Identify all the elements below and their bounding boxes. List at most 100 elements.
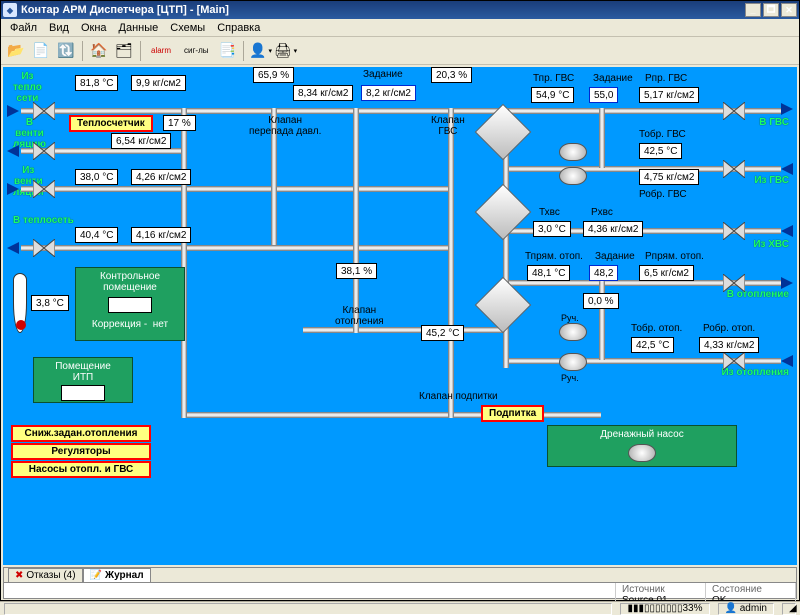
stack-icon[interactable]: 🗂 [113, 40, 135, 62]
valve-vent-in[interactable] [33, 180, 55, 198]
label-tpryam-otop: Тпрям. отоп. [525, 251, 583, 262]
thermometer-icon [13, 273, 27, 333]
menu-help[interactable]: Справка [212, 21, 265, 35]
arrow-out-otop [781, 277, 793, 289]
label-ppryam-otop: Рпрям. отоп. [645, 251, 704, 262]
btn-nasos[interactable]: Насосы отопл. и ГВС [11, 461, 151, 478]
val-pobr-otop: 4,33 кг/см2 [699, 337, 759, 353]
val-pset-pd[interactable]: 8,2 кг/см2 [361, 85, 416, 101]
val-pct-vent: 17 % [163, 115, 196, 131]
pipe [21, 108, 781, 114]
label-zadanie: Задание [363, 69, 403, 80]
arrow-out-2 [7, 242, 19, 254]
label-pobr-gvs: Робр. ГВС [639, 189, 687, 200]
btn-reg[interactable]: Регуляторы [11, 443, 151, 460]
val-pobr-gvs: 4,75 кг/см2 [639, 169, 699, 185]
valve-gvs-in[interactable] [723, 160, 745, 178]
alarm-icon[interactable]: alarm [146, 40, 176, 62]
status-progress: ▮▮▮▯▯▯▯▯▯▯ 33% [620, 603, 709, 615]
toolbar-separator [243, 41, 244, 61]
btn-teploschetchik[interactable]: Теплосчетчик [69, 115, 153, 132]
val-p-after-pd: 8,34 кг/см2 [293, 85, 353, 101]
pipe [448, 108, 454, 418]
valve-net-out[interactable] [33, 239, 55, 257]
label-from-xvs: Из ХВС [753, 239, 789, 250]
app-icon: ◆ [3, 3, 17, 17]
status-resize-grip[interactable]: ◢ [782, 603, 796, 615]
valve-otop-in[interactable] [723, 352, 745, 370]
pump-otop-2[interactable] [559, 353, 587, 371]
valve-otop-out[interactable] [723, 274, 745, 292]
val-p-vent-out: 4,26 кг/см2 [131, 169, 191, 185]
pump-otop-1[interactable] [559, 323, 587, 341]
toolbar-separator [82, 41, 83, 61]
window-title: Контар АРМ Диспетчера [ЦТП] - [Main] [21, 4, 229, 16]
new-doc-icon[interactable]: 📄 [30, 40, 52, 62]
btn-snij-otop[interactable]: Сниж.задан.отопления [11, 425, 151, 442]
arrow-in-gvs [781, 163, 793, 175]
pipe [21, 186, 451, 192]
menu-windows[interactable]: Окна [76, 21, 112, 35]
val-set-gvs[interactable]: 55,0 [589, 87, 618, 103]
val-t-in-net: 81,8 °C [75, 75, 118, 91]
label-from-gvs: Из ГВС [754, 175, 789, 186]
arrow-out-1 [7, 145, 19, 157]
val-valve-pd: 65,9 % [253, 67, 294, 83]
status-user: 👤 admin [718, 603, 774, 615]
val-t-control-room: 17,2 °C [108, 297, 151, 313]
label-ppr-gvs: Рпр. ГВС [645, 73, 687, 84]
statusbar: ▮▮▮▯▯▯▯▯▯▯ 33% 👤 admin ◢ [0, 601, 800, 615]
maximize-button[interactable]: 🗖 [763, 3, 779, 17]
label-to-heat-net: В теплосеть [13, 215, 74, 226]
val-set-otop[interactable]: 48,2 [589, 265, 618, 281]
minimize-button[interactable]: _ [745, 3, 761, 17]
toolbar-separator [140, 41, 141, 61]
val-valve-gvs: 20,3 % [431, 67, 472, 83]
val-p-vent: 6,54 кг/см2 [111, 133, 171, 149]
print-icon[interactable]: 🖨▾ [274, 40, 296, 62]
user-icon[interactable]: 👤▾ [249, 40, 271, 62]
menu-view[interactable]: Вид [44, 21, 74, 35]
open-folder-icon[interactable]: 📂 [5, 40, 27, 62]
label-itp-room: Помещение ИТП [37, 361, 129, 383]
user-icon: 👤 [725, 603, 737, 614]
report-icon[interactable]: 📑 [216, 40, 238, 62]
signals-icon[interactable]: сиг-лы [179, 40, 213, 62]
pump-drain[interactable] [628, 444, 656, 462]
menu-file[interactable]: Файл [5, 21, 42, 35]
valve-xvs-in[interactable] [723, 222, 745, 240]
titlebar: ◆ Контар АРМ Диспетчера [ЦТП] - [Main] _… [1, 1, 799, 19]
val-p-net-out: 4,16 кг/см2 [131, 227, 191, 243]
label-klapan-gvs: Клапан ГВС [431, 115, 465, 137]
log-header-source: Источник [622, 584, 699, 595]
log-header-state: Состояние [712, 584, 789, 595]
val-valve-otop: 38,1 % [336, 263, 377, 279]
valve-gvs-out[interactable] [723, 102, 745, 120]
menu-schemes[interactable]: Схемы [165, 21, 210, 35]
valve-vent-out[interactable] [33, 142, 55, 160]
pipe [599, 108, 605, 168]
arrow-in-xvs [781, 225, 793, 237]
label-control-room: Контрольное помещение [79, 271, 181, 293]
pump-gvs-1[interactable] [559, 143, 587, 161]
arrow-out-gvs [781, 103, 793, 115]
btn-podpitka[interactable]: Подпитка [481, 405, 544, 422]
label-pobr-otop: Робр. отоп. [703, 323, 755, 334]
menu-data[interactable]: Данные [114, 21, 164, 35]
pipe [599, 280, 605, 360]
pipe [303, 327, 503, 333]
tab-failures[interactable]: ✖Отказы (4) [8, 568, 83, 582]
close-button[interactable]: ✕ [781, 3, 797, 17]
label-zadanie2: Задание [593, 73, 633, 84]
tab-journal[interactable]: 📝Журнал [83, 568, 151, 582]
val-t-outside: 3,8 °C [31, 295, 69, 311]
home-icon[interactable]: 🏠 [88, 40, 110, 62]
label-klapan-podpitki: Клапан подпитки [419, 391, 498, 402]
valve-inlet[interactable] [33, 102, 55, 120]
refresh-icon[interactable]: 🔃 [55, 40, 77, 62]
label-zadanie3: Задание [595, 251, 635, 262]
pump-gvs-2[interactable] [559, 167, 587, 185]
label-drain-pump: Дренажный насос [551, 429, 733, 440]
pipe [353, 108, 359, 333]
val-tobr-otop: 42,5 °C [631, 337, 674, 353]
